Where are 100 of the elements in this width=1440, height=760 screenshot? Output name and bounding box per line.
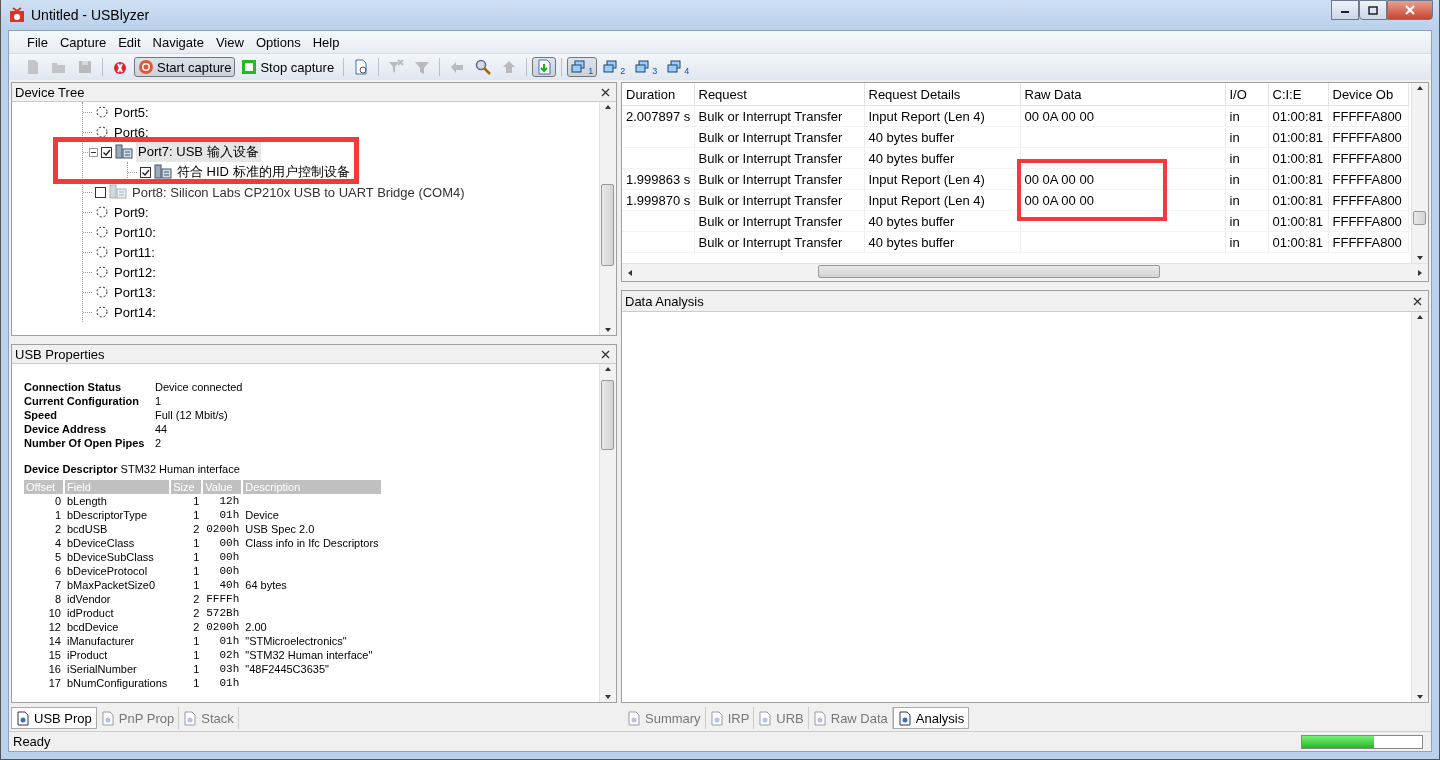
vertical-scrollbar[interactable] bbox=[599, 102, 616, 335]
tree-item[interactable]: Port6: bbox=[112, 123, 151, 141]
menu-item[interactable]: Capture bbox=[53, 32, 113, 52]
checkbox[interactable] bbox=[140, 166, 151, 178]
tab[interactable]: Summary bbox=[623, 707, 706, 729]
table-cell: FFFFFA800 bbox=[1332, 213, 1402, 229]
table-cell: in bbox=[1229, 108, 1240, 124]
table-cell: bMaxPacketSize0 bbox=[67, 579, 156, 591]
table-cell: 1 bbox=[193, 635, 200, 647]
tree-item[interactable]: Port9: bbox=[112, 203, 151, 221]
column-header[interactable]: Duration bbox=[622, 83, 694, 106]
table-cell: 01:00:81 bbox=[1272, 192, 1324, 208]
table-cell: in bbox=[1229, 150, 1240, 166]
menu-item[interactable]: Help bbox=[306, 32, 346, 52]
close-icon bbox=[1404, 5, 1416, 15]
table-cell: 17 bbox=[48, 677, 61, 689]
tree-item[interactable]: Port10: bbox=[112, 223, 158, 241]
menu-item[interactable]: Options bbox=[249, 32, 307, 52]
empty-port-icon bbox=[95, 105, 109, 119]
table-cell: 40 bytes buffer bbox=[868, 150, 955, 166]
column-header[interactable]: I/O bbox=[1225, 83, 1268, 106]
table-cell: in bbox=[1229, 192, 1240, 208]
tree-item[interactable]: Port11: bbox=[112, 243, 157, 261]
table-cell: Bulk or Interrupt Transfer bbox=[698, 192, 843, 208]
scrollbar-thumb[interactable] bbox=[601, 184, 614, 266]
tab[interactable]: USB Prop bbox=[11, 707, 97, 729]
table-cell: Device bbox=[245, 509, 279, 521]
table-cell: iProduct bbox=[67, 649, 108, 661]
table-cell: FFFFFA800 bbox=[1332, 129, 1402, 145]
table-cell: 03h bbox=[219, 663, 240, 675]
table-cell: Input Report (Len 4) bbox=[868, 192, 985, 208]
tree-item[interactable]: Port8: Silicon Labs CP210x USB to UART Bridge (COM4) bbox=[130, 183, 467, 201]
table-cell: 1 bbox=[193, 579, 200, 591]
tree-item[interactable]: Port12: bbox=[112, 263, 158, 281]
column-header[interactable]: Request Details bbox=[864, 83, 1020, 106]
menu-item[interactable]: Edit bbox=[112, 32, 147, 52]
column-header[interactable]: Device Ob bbox=[1328, 83, 1408, 106]
tab[interactable]: Stack bbox=[179, 707, 239, 729]
table-cell: 40 bytes buffer bbox=[868, 129, 955, 145]
scrollbar-thumb[interactable] bbox=[1413, 211, 1426, 225]
tab[interactable]: Raw Data bbox=[808, 707, 893, 729]
empty-port-icon bbox=[95, 285, 109, 299]
close-icon[interactable] bbox=[601, 87, 610, 97]
column-header: Description bbox=[243, 480, 381, 494]
table-cell: 7 bbox=[54, 579, 61, 591]
menu-item[interactable]: File bbox=[21, 32, 54, 52]
table-cell: 1 bbox=[193, 537, 200, 549]
tab[interactable]: URB bbox=[754, 707, 809, 729]
page-icon bbox=[897, 710, 912, 726]
window-layout-button[interactable]: 2 bbox=[599, 57, 630, 77]
capture-button[interactable]: Stop capture bbox=[237, 57, 339, 77]
capture-button[interactable]: Start capture bbox=[134, 57, 236, 77]
window-layout-button[interactable]: 3 bbox=[631, 57, 662, 77]
table-cell: 1 bbox=[193, 649, 200, 661]
column-header[interactable]: C:I:E bbox=[1268, 83, 1328, 106]
tab[interactable]: Analysis bbox=[892, 707, 970, 729]
scroll-left-icon[interactable] bbox=[626, 268, 634, 277]
vertical-scrollbar[interactable] bbox=[1411, 83, 1428, 263]
maximize-button[interactable] bbox=[1359, 0, 1387, 20]
tab[interactable]: IRP bbox=[705, 707, 755, 729]
table-cell: 8 bbox=[54, 593, 61, 605]
window-layout-button[interactable]: 4 bbox=[663, 57, 694, 77]
column-header: Size bbox=[171, 480, 202, 494]
collapse-icon[interactable] bbox=[89, 147, 98, 157]
checkbox[interactable] bbox=[95, 186, 106, 198]
tree-item[interactable]: Port5: bbox=[112, 103, 151, 121]
checkbox[interactable] bbox=[101, 146, 112, 158]
table-cell: 1 bbox=[193, 551, 200, 563]
menu-item[interactable]: View bbox=[209, 32, 250, 52]
table-cell: 5 bbox=[54, 551, 61, 563]
scrollbar-thumb[interactable] bbox=[601, 380, 614, 450]
table-cell: 572Bh bbox=[206, 607, 240, 619]
tree-item[interactable]: Port13: bbox=[112, 283, 158, 301]
window-title: Untitled - USBlyzer bbox=[31, 7, 150, 23]
table-cell: 00h bbox=[219, 537, 240, 549]
table-cell: 2 bbox=[193, 523, 200, 535]
table-cell: Bulk or Interrupt Transfer bbox=[698, 234, 843, 250]
tree-item[interactable]: 符合 HID 标准的用户控制设备 bbox=[175, 162, 352, 182]
tree-item[interactable]: Port7: USB 输入设备 bbox=[136, 142, 261, 162]
usb-device-icon bbox=[115, 144, 133, 160]
close-button[interactable] bbox=[1387, 0, 1433, 20]
scroll-right-icon[interactable] bbox=[1416, 268, 1424, 277]
column-header[interactable]: Raw Data bbox=[1020, 83, 1225, 106]
minimize-button[interactable] bbox=[1331, 0, 1359, 20]
close-icon[interactable] bbox=[601, 349, 610, 359]
column-header: Offset bbox=[24, 480, 63, 494]
column-header[interactable]: Request bbox=[694, 83, 864, 106]
vertical-scrollbar[interactable] bbox=[599, 364, 616, 702]
horizontal-scrollbar[interactable] bbox=[622, 263, 1428, 281]
tree-item[interactable]: Port14: bbox=[112, 303, 158, 321]
close-icon[interactable] bbox=[1413, 296, 1422, 306]
tab[interactable]: PnP Prop bbox=[96, 707, 180, 729]
table-cell: 0200h bbox=[206, 621, 240, 633]
property-value: Full (12 Mbit/s) bbox=[155, 408, 229, 422]
window-layout-button[interactable]: 1 bbox=[567, 57, 598, 77]
table-cell: 2.00 bbox=[245, 621, 267, 633]
vertical-scrollbar[interactable] bbox=[1411, 312, 1428, 702]
table-cell: 1 bbox=[193, 677, 200, 689]
menu-item[interactable]: Navigate bbox=[146, 32, 210, 52]
table-cell: 1 bbox=[54, 509, 61, 521]
